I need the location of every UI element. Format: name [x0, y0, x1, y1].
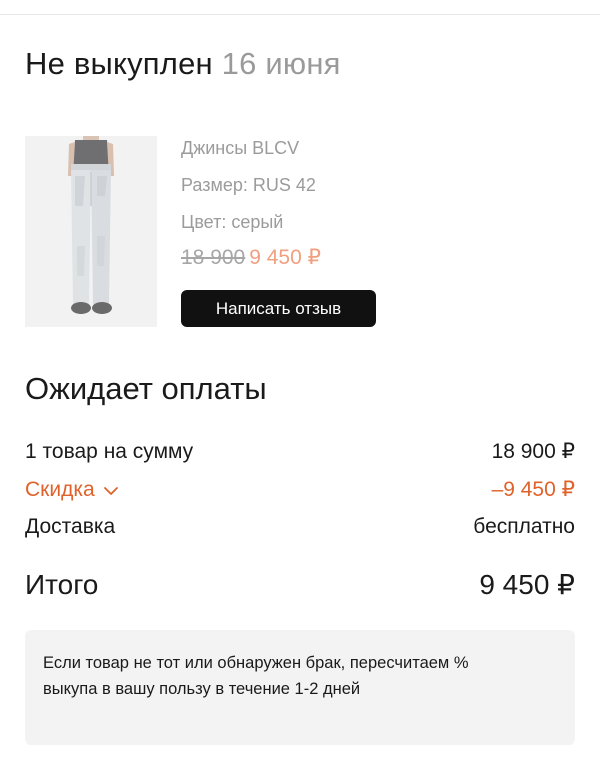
discount-row: Скидка –9 450 ₽ [25, 476, 575, 504]
refund-info-box: Если товар не тот или обнаружен брак, пе… [25, 630, 575, 745]
grand-total-label: Итого [25, 569, 99, 600]
product-price: 18 900 9 450 ₽ [181, 244, 481, 278]
product-image[interactable] [25, 136, 157, 327]
delivery-row: Доставка бесплатно [25, 513, 575, 541]
grand-total-row: Итого 9 450 ₽ [25, 567, 575, 603]
order-status-heading: Не выкуплен 16 июня [25, 44, 341, 84]
delivery-value: бесплатно [473, 515, 575, 538]
write-review-button[interactable]: Написать отзыв [181, 290, 376, 327]
delivery-label: Доставка [25, 515, 116, 538]
jeans-product-photo [25, 136, 157, 327]
items-total-row: 1 товар на сумму 18 900 ₽ [25, 438, 575, 466]
order-status-text: Не выкуплен [25, 46, 213, 81]
payment-status-heading: Ожидает оплаты [25, 371, 267, 406]
chevron-down-icon [103, 486, 118, 495]
order-status-date: 16 июня [221, 46, 341, 81]
new-price: 9 450 ₽ [249, 246, 321, 269]
discount-label: Скидка [25, 478, 95, 501]
grand-total-value: 9 450 ₽ [479, 569, 575, 600]
product-info: Джинсы BLCV Размер: RUS 42 Цвет: серый 1… [181, 136, 481, 278]
items-total-label: 1 товар на сумму [25, 440, 194, 463]
product-name[interactable]: Джинсы BLCV [181, 136, 481, 173]
discount-toggle[interactable]: Скидка [25, 476, 119, 504]
product-size: Размер: RUS 42 [181, 175, 316, 195]
discount-value: –9 450 ₽ [491, 478, 575, 501]
product-color: Цвет: серый [181, 212, 284, 232]
old-price: 18 900 [181, 246, 246, 269]
items-total-value: 18 900 ₽ [491, 440, 575, 463]
refund-info-text: Если товар не тот или обнаружен брак, пе… [43, 654, 469, 698]
top-divider [0, 14, 600, 15]
